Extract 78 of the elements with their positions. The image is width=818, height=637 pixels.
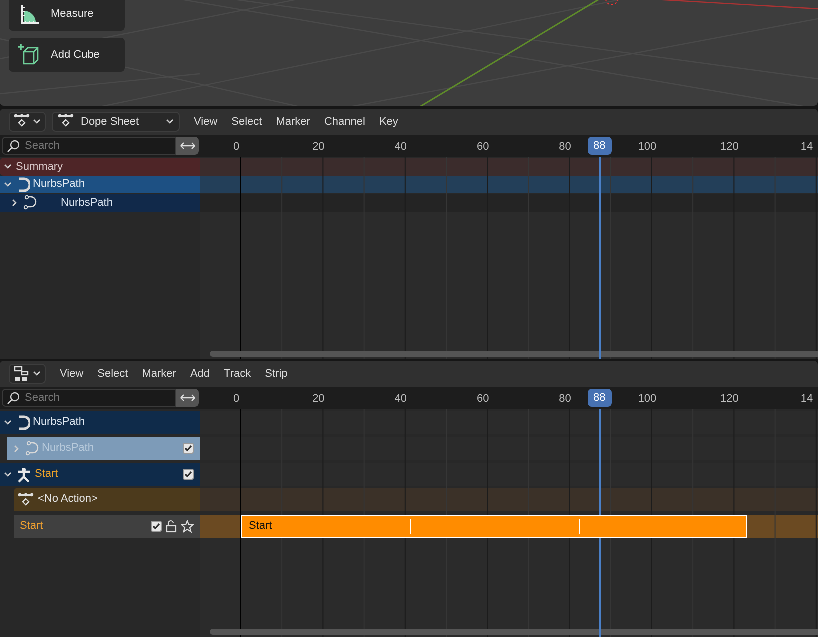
track-row[interactable]: NurbsPath [0, 411, 200, 434]
toggle-button[interactable] [176, 137, 199, 155]
star-icon[interactable] [181, 520, 194, 533]
channel-row[interactable]: NurbsPath [0, 194, 200, 212]
playhead-line[interactable] [598, 409, 601, 637]
channel-row[interactable]: Summary [0, 158, 200, 176]
frame-number: 60 [476, 392, 490, 407]
track-name: NurbsPath [33, 415, 86, 430]
frame-number: 20 [312, 392, 326, 407]
track-name: <No Action> [38, 492, 99, 508]
menu-item[interactable]: Track [218, 366, 258, 382]
frame-number: 14 [800, 140, 814, 155]
strips-icon [13, 365, 31, 383]
current-frame-badge[interactable]: 88 [588, 389, 612, 407]
menu-item[interactable]: Marker [270, 114, 316, 130]
chevron-down-icon[interactable] [3, 418, 13, 428]
search-icon [7, 392, 20, 405]
cube-plus-icon [17, 44, 41, 66]
double-arrow-icon [180, 393, 196, 403]
tool-button[interactable]: Measure [9, 0, 125, 31]
curve-icon [16, 176, 30, 192]
frame-number: 40 [394, 392, 408, 407]
checkbox[interactable] [151, 521, 162, 532]
frame-number: 100 [637, 140, 658, 155]
search-field[interactable]: Search [2, 137, 176, 155]
channel-name: NurbsPath [33, 177, 85, 192]
editor-type-button[interactable] [9, 112, 46, 132]
channel-name: NurbsPath [61, 196, 113, 211]
keyframes-icon [17, 492, 35, 508]
unlocked-padlock-icon[interactable] [165, 520, 178, 533]
mode-dropdown[interactable]: Dope Sheet [52, 112, 180, 132]
frame-number: 120 [720, 392, 740, 407]
frame-number: 80 [558, 140, 572, 155]
chevron-down-icon[interactable] [3, 470, 13, 480]
curve-points-icon [25, 440, 39, 456]
track-row[interactable]: Start [0, 463, 200, 486]
curve-icon [16, 414, 30, 430]
menu-item[interactable]: View [188, 114, 224, 130]
frame-number: 40 [394, 140, 408, 155]
frame-number: 20 [312, 140, 326, 155]
search-icon [7, 140, 20, 153]
checkbox[interactable] [183, 443, 194, 454]
menu-item[interactable]: Channel [318, 114, 372, 130]
toggle-button[interactable] [176, 389, 199, 407]
track-row[interactable]: Start [14, 515, 200, 538]
track-name: Start [35, 467, 60, 482]
action-strip[interactable]: Start [241, 515, 747, 538]
menu-item[interactable]: Key [373, 114, 404, 130]
search-field[interactable]: Search [2, 389, 176, 407]
armature-icon [16, 466, 32, 482]
frame-number: 14 [800, 392, 814, 407]
track-name: NurbsPath [42, 441, 95, 456]
playhead-line[interactable] [598, 157, 601, 359]
checkbox[interactable] [183, 469, 194, 480]
editor-type-button[interactable] [9, 364, 46, 384]
track-name: Start [20, 519, 44, 534]
curve-points-icon [23, 195, 37, 211]
double-arrow-icon [180, 141, 196, 151]
scrollbar[interactable] [210, 351, 818, 357]
menu-item[interactable]: Add [184, 366, 216, 382]
tool-button[interactable]: Add Cube [9, 38, 125, 72]
channel-name: Summary [16, 160, 64, 175]
track-row[interactable]: <No Action> [14, 488, 200, 511]
frame-number: 60 [476, 140, 490, 155]
menu-item[interactable]: View [54, 366, 90, 382]
menu-item[interactable]: Select [92, 366, 134, 382]
frame-number: 120 [720, 140, 740, 155]
frame-number: 0 [232, 140, 241, 155]
menu-item[interactable]: Marker [136, 366, 182, 382]
current-frame-badge[interactable]: 88 [588, 137, 612, 155]
frame-number: 100 [637, 392, 658, 407]
strip-label: Start [249, 519, 272, 534]
frame-number: 0 [232, 392, 241, 407]
channel-row[interactable]: NurbsPath [0, 176, 200, 193]
menu-item[interactable]: Select [226, 114, 268, 130]
frame-number: 80 [558, 392, 572, 407]
menu-item[interactable]: Strip [259, 366, 294, 382]
scrollbar[interactable] [210, 629, 818, 635]
